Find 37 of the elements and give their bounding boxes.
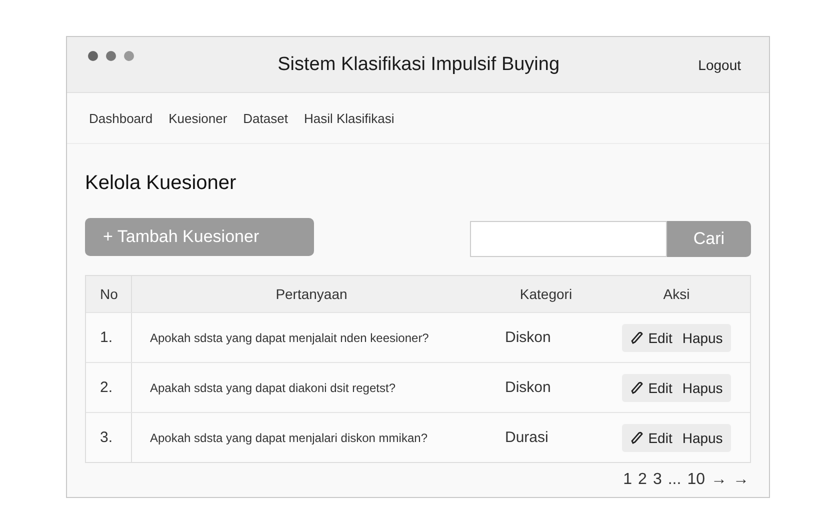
nav-link[interactable]: Kuesioner [168,110,228,126]
table-cell: 1. [86,313,132,362]
table-cell: 3. [86,413,132,462]
pencil-icon [630,430,644,444]
column-header: No [86,276,132,312]
page-link[interactable]: 2 [638,471,647,489]
page-link[interactable]: 3 [652,471,662,489]
delete-link[interactable]: Hapus [682,380,723,396]
table-cell: 2. [86,363,132,412]
page-link[interactable]: 10 [687,471,705,489]
pencil-icon [630,330,644,344]
page-heading: Kelola Kuesioner [85,172,238,195]
nav-link[interactable]: Hasil Klasifikasi [304,110,394,126]
nav-link[interactable]: Dataset [243,110,288,126]
edit-link[interactable]: Edit [630,380,672,396]
page-link[interactable]: → [733,471,749,489]
delete-link[interactable]: Hapus [682,430,723,446]
edit-link[interactable]: Edit [630,430,672,446]
search-field[interactable] [470,221,667,257]
table-cell-text: Apokah sdsta yang dapat menjalait nden keesioner? [149,330,430,346]
page-link[interactable]: ... [668,471,682,489]
window-title: Sistem Klasifikasi Impulsif Buying [276,54,561,76]
column-header: Aksi [662,285,691,304]
table-cell-text: Diskon [504,378,552,398]
pencil-icon [630,380,644,394]
page-link[interactable]: 1 [623,471,632,489]
table-cell-text: Durasi [504,428,550,448]
logout-link[interactable]: Logout [698,56,741,72]
table-cell-text: Apakah sdsta yang dapat diakoni dsit regetst? [149,380,396,396]
table-cell-text: Diskon [504,328,552,348]
table-cell-text: Apokah sdsta yang dapat menjalari diskon mmikan? [149,430,428,446]
column-header: Kategori [518,285,574,304]
column-header: Pertanyaan [274,285,348,304]
nav-link[interactable]: Dashboard [89,110,153,126]
delete-link[interactable]: Hapus [682,330,723,346]
page-link[interactable]: → [711,471,727,489]
edit-link[interactable]: Edit [630,330,672,346]
